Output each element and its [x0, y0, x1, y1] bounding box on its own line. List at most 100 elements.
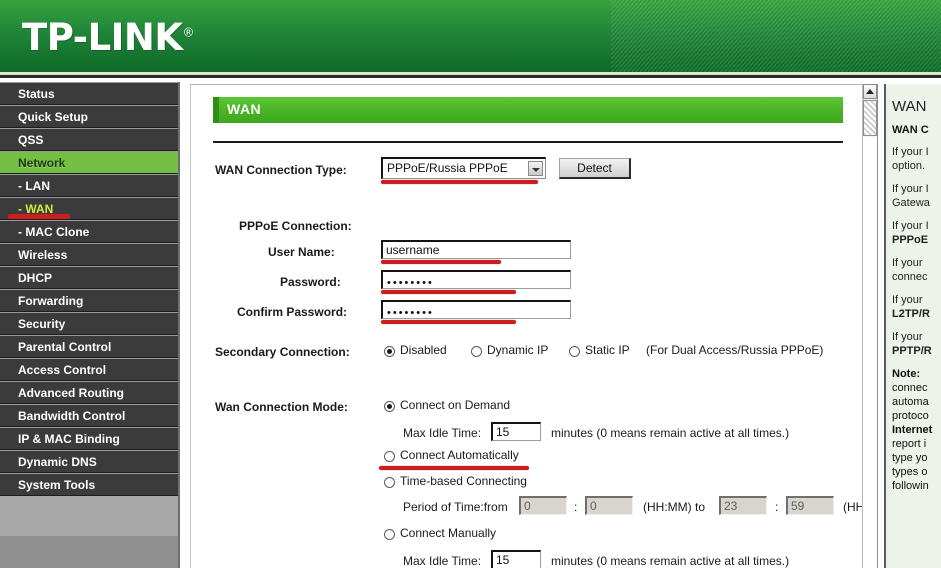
- sidebar-item-label: Advanced Routing: [18, 386, 125, 400]
- help-paragraph: If your I option.: [892, 145, 941, 173]
- confirm-password-input[interactable]: ••••••••: [381, 300, 571, 319]
- manual-max-idle-time-suffix: minutes (0 means remain active at all ti…: [551, 554, 790, 568]
- annotation-underline-wan: [8, 214, 70, 219]
- connect-automatically-label: Connect Automatically: [400, 448, 519, 462]
- sidebar-item-label: Wireless: [18, 248, 68, 262]
- sidebar-item-access-control[interactable]: Access Control: [0, 358, 178, 381]
- max-idle-time-label: Max Idle Time:: [403, 426, 482, 440]
- help-paragraph: If your I PPPoE: [892, 219, 941, 247]
- page-title: WAN: [227, 101, 262, 117]
- radio-connect-on-demand[interactable]: [384, 401, 395, 412]
- page-header: TP-LINK®: [0, 0, 941, 72]
- help-note-line: Internet: [892, 424, 933, 436]
- help-line: connec: [892, 271, 928, 283]
- sidebar-nav: Status Quick Setup QSS Network - LAN - W…: [0, 82, 180, 568]
- max-idle-time-input[interactable]: [491, 422, 541, 441]
- help-note-line: automa: [892, 396, 929, 408]
- help-line: L2TP/R: [892, 308, 930, 320]
- radio-connect-manually[interactable]: [384, 529, 395, 540]
- help-paragraph: If your connec: [892, 256, 941, 284]
- period-to-hour-input[interactable]: [719, 496, 767, 515]
- detect-button[interactable]: Detect: [559, 158, 631, 179]
- help-line: If your I: [892, 146, 929, 158]
- period-from-hour-input[interactable]: [519, 496, 567, 515]
- sidebar-item-network[interactable]: Network: [0, 151, 178, 174]
- help-note: Note: connec automa protoco Internet rep…: [892, 367, 941, 493]
- radio-time-based-connecting[interactable]: [384, 477, 395, 488]
- sidebar-filler: [0, 496, 178, 536]
- help-line: PPPoE: [892, 234, 929, 246]
- sidebar-item-ip-mac-binding[interactable]: IP & MAC Binding: [0, 427, 178, 450]
- chevron-down-icon[interactable]: [528, 161, 543, 176]
- period-tail-text: (HH: [843, 500, 863, 514]
- sidebar-item-system-tools[interactable]: System Tools: [0, 473, 178, 496]
- tp-link-logo: TP-LINK®: [22, 16, 195, 59]
- radio-secondary-dynamic-ip[interactable]: [471, 346, 482, 357]
- scrollbar-track[interactable]: [863, 137, 877, 568]
- help-paragraph: If your I Gatewa: [892, 182, 941, 210]
- secondary-dynamic-ip-label: Dynamic IP: [487, 343, 549, 357]
- password-input[interactable]: ••••••••: [381, 270, 571, 289]
- sidebar-item-qss[interactable]: QSS: [0, 128, 178, 151]
- sidebar-item-security[interactable]: Security: [0, 312, 178, 335]
- help-line: If your: [892, 331, 923, 343]
- sidebar-item-label: - MAC Clone: [18, 225, 90, 239]
- period-from-minute-input[interactable]: [585, 496, 633, 515]
- sidebar-item-mac-clone[interactable]: - MAC Clone: [0, 220, 178, 243]
- sidebar-item-label: Security: [18, 317, 66, 331]
- divider: [213, 141, 843, 143]
- scrollbar-thumb[interactable]: [863, 100, 877, 136]
- sidebar-item-parental-control[interactable]: Parental Control: [0, 335, 178, 358]
- help-line: If your: [892, 257, 923, 269]
- password-label: Password:: [280, 275, 341, 289]
- wan-banner: WAN: [213, 97, 843, 123]
- confirm-password-label: Confirm Password:: [237, 305, 348, 319]
- radio-secondary-disabled[interactable]: [384, 346, 395, 357]
- help-subtitle: WAN C: [892, 124, 929, 136]
- sidebar-item-label: Quick Setup: [18, 110, 89, 124]
- manual-max-idle-time-input[interactable]: [491, 550, 541, 568]
- sidebar-item-lan[interactable]: - LAN: [0, 174, 178, 197]
- max-idle-time-suffix: minutes (0 means remain active at all ti…: [551, 426, 790, 440]
- help-line: PPTP/R: [892, 345, 932, 357]
- period-from-separator: :: [574, 500, 578, 514]
- sidebar-item-label: Access Control: [18, 363, 107, 377]
- sidebar-item-advanced-routing[interactable]: Advanced Routing: [0, 381, 178, 404]
- period-to-minute-input[interactable]: [786, 496, 834, 515]
- wan-connection-type-select[interactable]: PPPoE/Russia PPPoE: [381, 157, 546, 179]
- help-note-line: followin: [892, 480, 929, 492]
- radio-secondary-static-ip[interactable]: [569, 346, 580, 357]
- sidebar-item-label: Network: [18, 156, 66, 170]
- annotation-underline-connect-automatically: [379, 466, 529, 470]
- sidebar-item-status[interactable]: Status: [0, 82, 178, 105]
- help-note-label: Note:: [892, 368, 921, 380]
- sidebar-item-dynamic-dns[interactable]: Dynamic DNS: [0, 450, 178, 473]
- username-label: User Name:: [268, 245, 335, 259]
- sidebar-item-dhcp[interactable]: DHCP: [0, 266, 178, 289]
- header-stripe-pattern: [611, 0, 941, 72]
- annotation-underline-password: [381, 290, 516, 294]
- help-note-line: report i: [892, 438, 927, 450]
- radio-connect-automatically[interactable]: [384, 451, 395, 462]
- time-based-connecting-label: Time-based Connecting: [400, 474, 527, 488]
- help-line: If your: [892, 294, 923, 306]
- content-scrollbar[interactable]: [862, 84, 878, 568]
- sidebar-item-quick-setup[interactable]: Quick Setup: [0, 105, 178, 128]
- sidebar-item-forwarding[interactable]: Forwarding: [0, 289, 178, 312]
- secondary-connection-label: Secondary Connection:: [215, 345, 350, 359]
- sidebar-item-wireless[interactable]: Wireless: [0, 243, 178, 266]
- wan-connection-mode-label: Wan Connection Mode:: [215, 400, 348, 414]
- secondary-disabled-label: Disabled: [400, 343, 447, 357]
- scroll-up-arrow-icon[interactable]: [863, 84, 877, 99]
- username-input[interactable]: [381, 240, 571, 259]
- sidebar-item-label: System Tools: [18, 478, 96, 492]
- annotation-underline-connection-type: [381, 180, 538, 184]
- connect-on-demand-label: Connect on Demand: [400, 398, 511, 412]
- sidebar-item-label: Bandwidth Control: [18, 409, 126, 423]
- sidebar-item-bandwidth-control[interactable]: Bandwidth Control: [0, 404, 178, 427]
- secondary-static-ip-label: Static IP: [585, 343, 630, 357]
- sidebar-item-wan[interactable]: - WAN: [0, 197, 178, 220]
- manual-max-idle-time-label: Max Idle Time:: [403, 554, 482, 568]
- sidebar-item-label: IP & MAC Binding: [18, 432, 120, 446]
- help-note-line: connec: [892, 382, 928, 394]
